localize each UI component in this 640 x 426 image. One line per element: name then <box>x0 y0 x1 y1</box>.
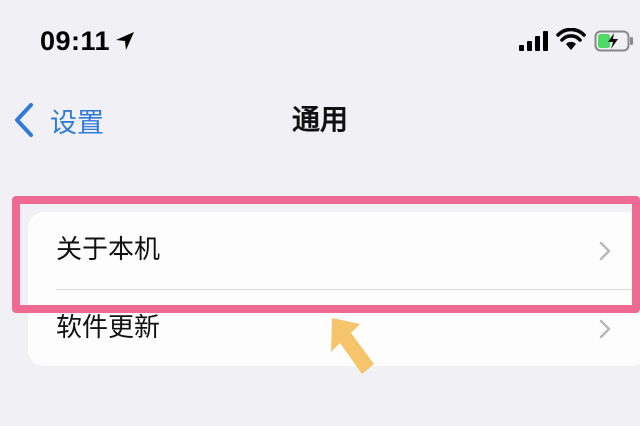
cellular-signal-icon <box>519 31 548 51</box>
status-bar: 09:11 <box>0 0 640 80</box>
page-title: 通用 <box>291 103 348 136</box>
list-item-about[interactable]: 关于本机 <box>28 212 640 289</box>
wifi-icon <box>556 28 586 50</box>
chevron-right-icon <box>599 241 611 261</box>
battery-charging-icon <box>594 30 633 52</box>
location-arrow-icon <box>116 32 134 50</box>
list-item-label: 关于本机 <box>56 235 161 265</box>
pointer-arrow-icon <box>331 318 374 374</box>
status-time: 09:11 <box>40 26 111 56</box>
navigation-bar: 设置 通用 <box>0 90 640 150</box>
list-item-label: 软件更新 <box>56 313 161 343</box>
chevron-right-icon <box>599 319 611 339</box>
